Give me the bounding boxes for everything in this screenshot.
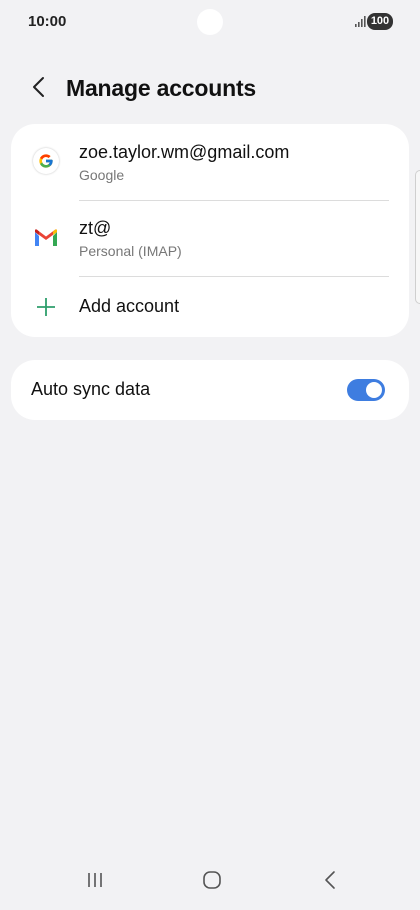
- signal-icon: [354, 14, 368, 28]
- add-account-button[interactable]: Add account: [11, 277, 409, 337]
- plus-icon: [33, 294, 59, 320]
- gmail-icon: [33, 225, 59, 251]
- auto-sync-label: Auto sync data: [31, 379, 151, 399]
- camera-cutout: [197, 9, 223, 35]
- scroll-handle[interactable]: [415, 170, 420, 304]
- header: Manage accounts: [0, 62, 420, 116]
- home-icon: [202, 870, 222, 895]
- status-time: 10:00: [28, 13, 67, 30]
- accounts-card: zoe.taylor.wm@gmail.com Google zt@ Perso…: [11, 124, 409, 337]
- home-button[interactable]: [197, 870, 227, 894]
- navigation-bar: [0, 854, 420, 910]
- page-title: Manage accounts: [66, 75, 256, 101]
- account-email: zoe.taylor.wm@gmail.com: [79, 142, 290, 162]
- account-item-google[interactable]: zoe.taylor.wm@gmail.com Google: [11, 124, 409, 200]
- google-icon: [33, 148, 59, 174]
- nav-back-button[interactable]: [315, 870, 345, 894]
- back-button[interactable]: [22, 72, 56, 106]
- auto-sync-toggle[interactable]: [347, 379, 385, 401]
- back-icon: [323, 870, 337, 895]
- account-email: zt@: [79, 218, 112, 238]
- add-account-label: Add account: [79, 296, 180, 316]
- account-type: Personal (IMAP): [79, 243, 182, 259]
- battery-indicator: 100: [367, 13, 393, 30]
- recents-button[interactable]: [80, 870, 110, 894]
- chevron-left-icon: [31, 75, 47, 104]
- toggle-knob: [366, 382, 382, 398]
- recents-icon: [85, 871, 105, 894]
- account-item-imap[interactable]: zt@ Personal (IMAP): [11, 201, 409, 277]
- account-type: Google: [79, 167, 125, 183]
- auto-sync-card: Auto sync data: [11, 360, 409, 420]
- status-bar: 10:00 100: [0, 0, 420, 44]
- manage-accounts-screen: 10:00 100 Manage accounts zoe.taylor.wm@…: [0, 0, 420, 910]
